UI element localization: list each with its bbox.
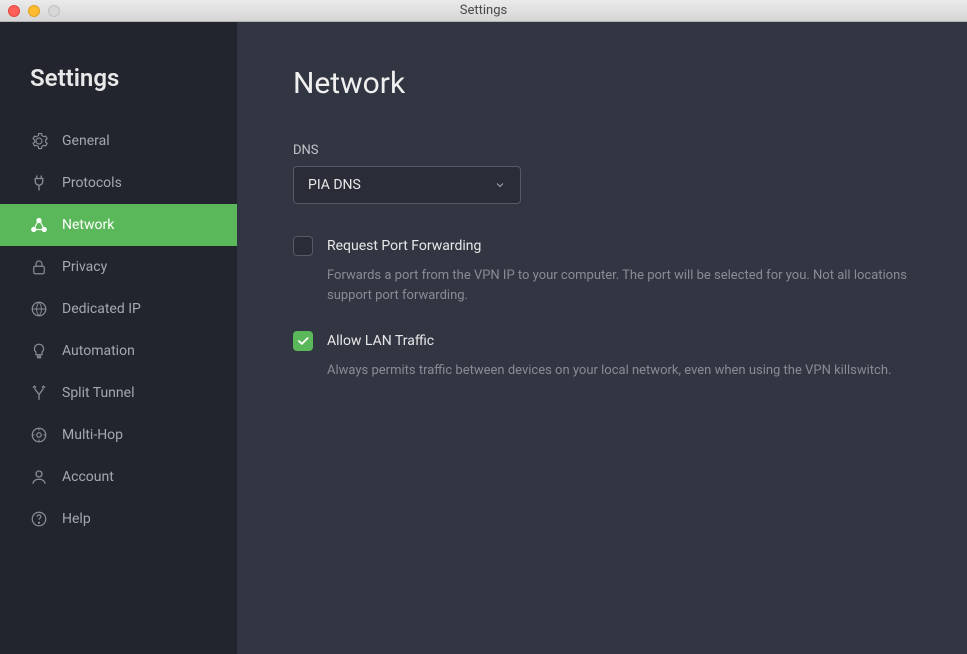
lock-icon: [30, 258, 48, 276]
sidebar-item-label: Help: [62, 511, 91, 527]
maximize-window-button: [48, 5, 60, 17]
port-forwarding-checkbox[interactable]: [293, 236, 313, 256]
sidebar-item-privacy[interactable]: Privacy: [0, 246, 237, 288]
globe-ip-icon: [30, 300, 48, 318]
main-content: Network DNS PIA DNS Request Port Forward…: [237, 22, 967, 654]
multihop-icon: [30, 426, 48, 444]
dns-select-value: PIA DNS: [308, 177, 361, 193]
sidebar-item-label: Dedicated IP: [62, 301, 141, 317]
lan-traffic-checkbox[interactable]: [293, 331, 313, 351]
chevron-down-icon: [494, 179, 506, 191]
sidebar-item-label: Protocols: [62, 175, 122, 191]
sidebar: Settings General Protocols Network Priva…: [0, 22, 237, 654]
minimize-window-button[interactable]: [28, 5, 40, 17]
sidebar-item-multi-hop[interactable]: Multi-Hop: [0, 414, 237, 456]
sidebar-item-dedicated-ip[interactable]: Dedicated IP: [0, 288, 237, 330]
traffic-lights: [0, 5, 60, 17]
user-icon: [30, 468, 48, 486]
sidebar-item-help[interactable]: Help: [0, 498, 237, 540]
sidebar-item-label: Multi-Hop: [62, 427, 123, 443]
titlebar: Settings: [0, 0, 967, 22]
sidebar-item-label: Split Tunnel: [62, 385, 134, 401]
sidebar-header: Settings: [0, 40, 237, 120]
sidebar-item-label: Automation: [62, 343, 135, 359]
sidebar-item-automation[interactable]: Automation: [0, 330, 237, 372]
dns-select[interactable]: PIA DNS: [293, 166, 521, 204]
network-icon: [30, 216, 48, 234]
dns-label: DNS: [293, 143, 911, 158]
close-window-button[interactable]: [8, 5, 20, 17]
port-forwarding-label: Request Port Forwarding: [327, 236, 481, 256]
gear-icon: [30, 132, 48, 150]
split-icon: [30, 384, 48, 402]
help-icon: [30, 510, 48, 528]
sidebar-item-protocols[interactable]: Protocols: [0, 162, 237, 204]
window-title: Settings: [460, 3, 507, 18]
sidebar-item-label: General: [62, 133, 110, 149]
port-forwarding-description: Forwards a port from the VPN IP to your …: [327, 266, 911, 305]
sidebar-item-label: Privacy: [62, 259, 107, 275]
lightbulb-icon: [30, 342, 48, 360]
page-title: Network: [293, 66, 911, 101]
lan-traffic-description: Always permits traffic between devices o…: [327, 361, 911, 381]
sidebar-item-general[interactable]: General: [0, 120, 237, 162]
sidebar-item-network[interactable]: Network: [0, 204, 237, 246]
sidebar-item-label: Network: [62, 217, 114, 233]
sidebar-item-split-tunnel[interactable]: Split Tunnel: [0, 372, 237, 414]
sidebar-item-label: Account: [62, 469, 114, 485]
check-icon: [296, 334, 310, 348]
sidebar-item-account[interactable]: Account: [0, 456, 237, 498]
lan-traffic-label: Allow LAN Traffic: [327, 331, 434, 351]
plug-icon: [30, 174, 48, 192]
